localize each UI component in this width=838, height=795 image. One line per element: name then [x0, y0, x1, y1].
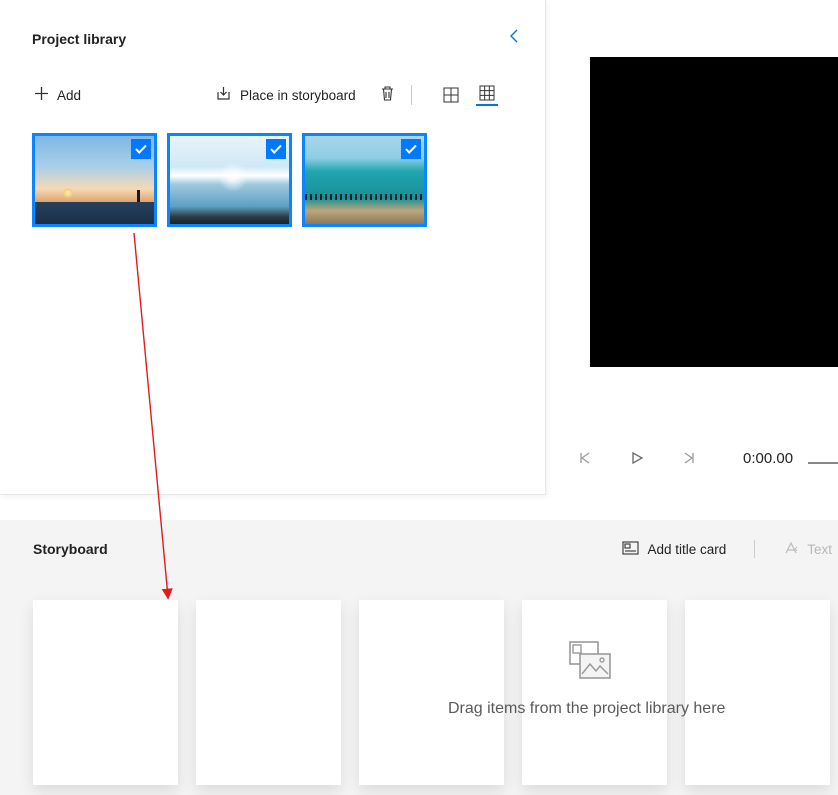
selected-check-icon	[131, 139, 151, 159]
add-button[interactable]: Add	[32, 82, 83, 108]
add-label: Add	[57, 88, 81, 103]
media-stack-icon	[568, 640, 612, 685]
text-icon	[783, 541, 799, 558]
place-label: Place in storyboard	[240, 88, 356, 103]
title-card-icon	[622, 541, 639, 558]
next-frame-button[interactable]	[679, 448, 699, 468]
playback-controls: 0:00.00	[575, 448, 793, 468]
timecode: 0:00.00	[743, 450, 793, 467]
delete-button[interactable]	[378, 81, 397, 109]
grid-small-view-button[interactable]	[476, 84, 498, 106]
storyboard-slot[interactable]	[33, 600, 178, 785]
add-title-card-button[interactable]: Add title card	[616, 541, 732, 558]
library-thumbnail[interactable]	[302, 133, 427, 227]
storyboard-panel: Storyboard Add title card Text	[0, 520, 838, 795]
selected-check-icon	[266, 139, 286, 159]
trash-icon	[380, 85, 395, 105]
storyboard-hint: Drag items from the project library here	[448, 700, 725, 718]
storyboard-header: Storyboard Add title card Text	[33, 540, 838, 558]
grid-large-view-button[interactable]	[440, 84, 462, 106]
place-icon	[215, 85, 232, 105]
timeline-scrubber[interactable]	[808, 462, 838, 464]
add-title-card-label: Add title card	[647, 542, 726, 557]
library-title: Project library	[32, 31, 126, 47]
play-button[interactable]	[627, 448, 647, 468]
storyboard-actions: Add title card Text	[616, 540, 838, 558]
storyboard-strip[interactable]: Drag items from the project library here	[33, 600, 838, 785]
library-toolbar: Add Place in storyboard	[32, 81, 527, 109]
storyboard-slot[interactable]	[685, 600, 830, 785]
collapse-icon[interactable]	[501, 24, 527, 53]
video-preview[interactable]	[590, 57, 838, 367]
storyboard-slot[interactable]	[522, 600, 667, 785]
plus-icon	[34, 86, 49, 104]
project-library-panel: Project library Add Place in storyboard	[0, 0, 546, 495]
storyboard-slot[interactable]	[359, 600, 504, 785]
thumbnail-row	[32, 133, 527, 227]
text-button[interactable]: Text	[777, 541, 838, 558]
storyboard-slot[interactable]	[196, 600, 341, 785]
library-thumbnail[interactable]	[167, 133, 292, 227]
storyboard-title: Storyboard	[33, 541, 108, 557]
actions-separator	[754, 540, 755, 558]
toolbar-separator	[411, 85, 412, 105]
text-label: Text	[807, 542, 832, 557]
library-header: Project library	[32, 24, 527, 53]
selected-check-icon	[401, 139, 421, 159]
library-thumbnail[interactable]	[32, 133, 157, 227]
previous-frame-button[interactable]	[575, 448, 595, 468]
place-in-storyboard-button[interactable]: Place in storyboard	[213, 81, 358, 109]
